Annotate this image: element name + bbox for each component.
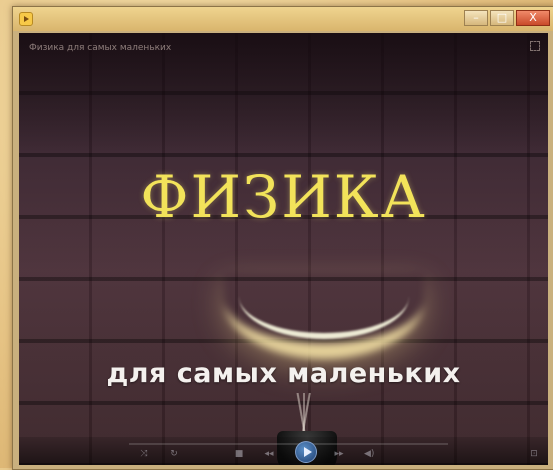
title-bar[interactable]: – □ X bbox=[13, 7, 553, 31]
next-icon[interactable]: ▸▸ bbox=[334, 449, 344, 459]
video-area[interactable]: Физика для самых маленьких ФИЗИКА для са… bbox=[19, 33, 548, 465]
stop-icon[interactable]: ■ bbox=[234, 449, 244, 459]
video-subtitle: для самых маленьких bbox=[106, 358, 461, 389]
mini-mode-icon[interactable]: ⊡ bbox=[529, 449, 539, 459]
play-icon[interactable] bbox=[295, 441, 317, 463]
player-controls: ⤨ ↻ ■ ◂◂ ▸▸ ◀) ⊡ bbox=[19, 437, 548, 465]
close-button[interactable]: X bbox=[516, 10, 550, 26]
seek-bar[interactable] bbox=[129, 443, 448, 445]
previous-icon[interactable]: ◂◂ bbox=[264, 449, 274, 459]
video-main-title: ФИЗИКА bbox=[140, 163, 427, 231]
minimize-button[interactable]: – bbox=[464, 10, 488, 26]
fullscreen-icon[interactable] bbox=[530, 41, 540, 51]
volume-icon[interactable]: ◀) bbox=[364, 449, 374, 459]
shuffle-icon[interactable]: ⤨ bbox=[139, 449, 149, 459]
repeat-icon[interactable]: ↻ bbox=[169, 449, 179, 459]
window-controls: – □ X bbox=[464, 10, 550, 26]
media-player-window: – □ X Физика для самых маленьких ФИЗИКА … bbox=[12, 6, 553, 470]
media-player-icon[interactable] bbox=[19, 12, 33, 26]
maximize-button[interactable]: □ bbox=[490, 10, 514, 26]
video-title: Физика для самых маленьких bbox=[29, 43, 172, 53]
